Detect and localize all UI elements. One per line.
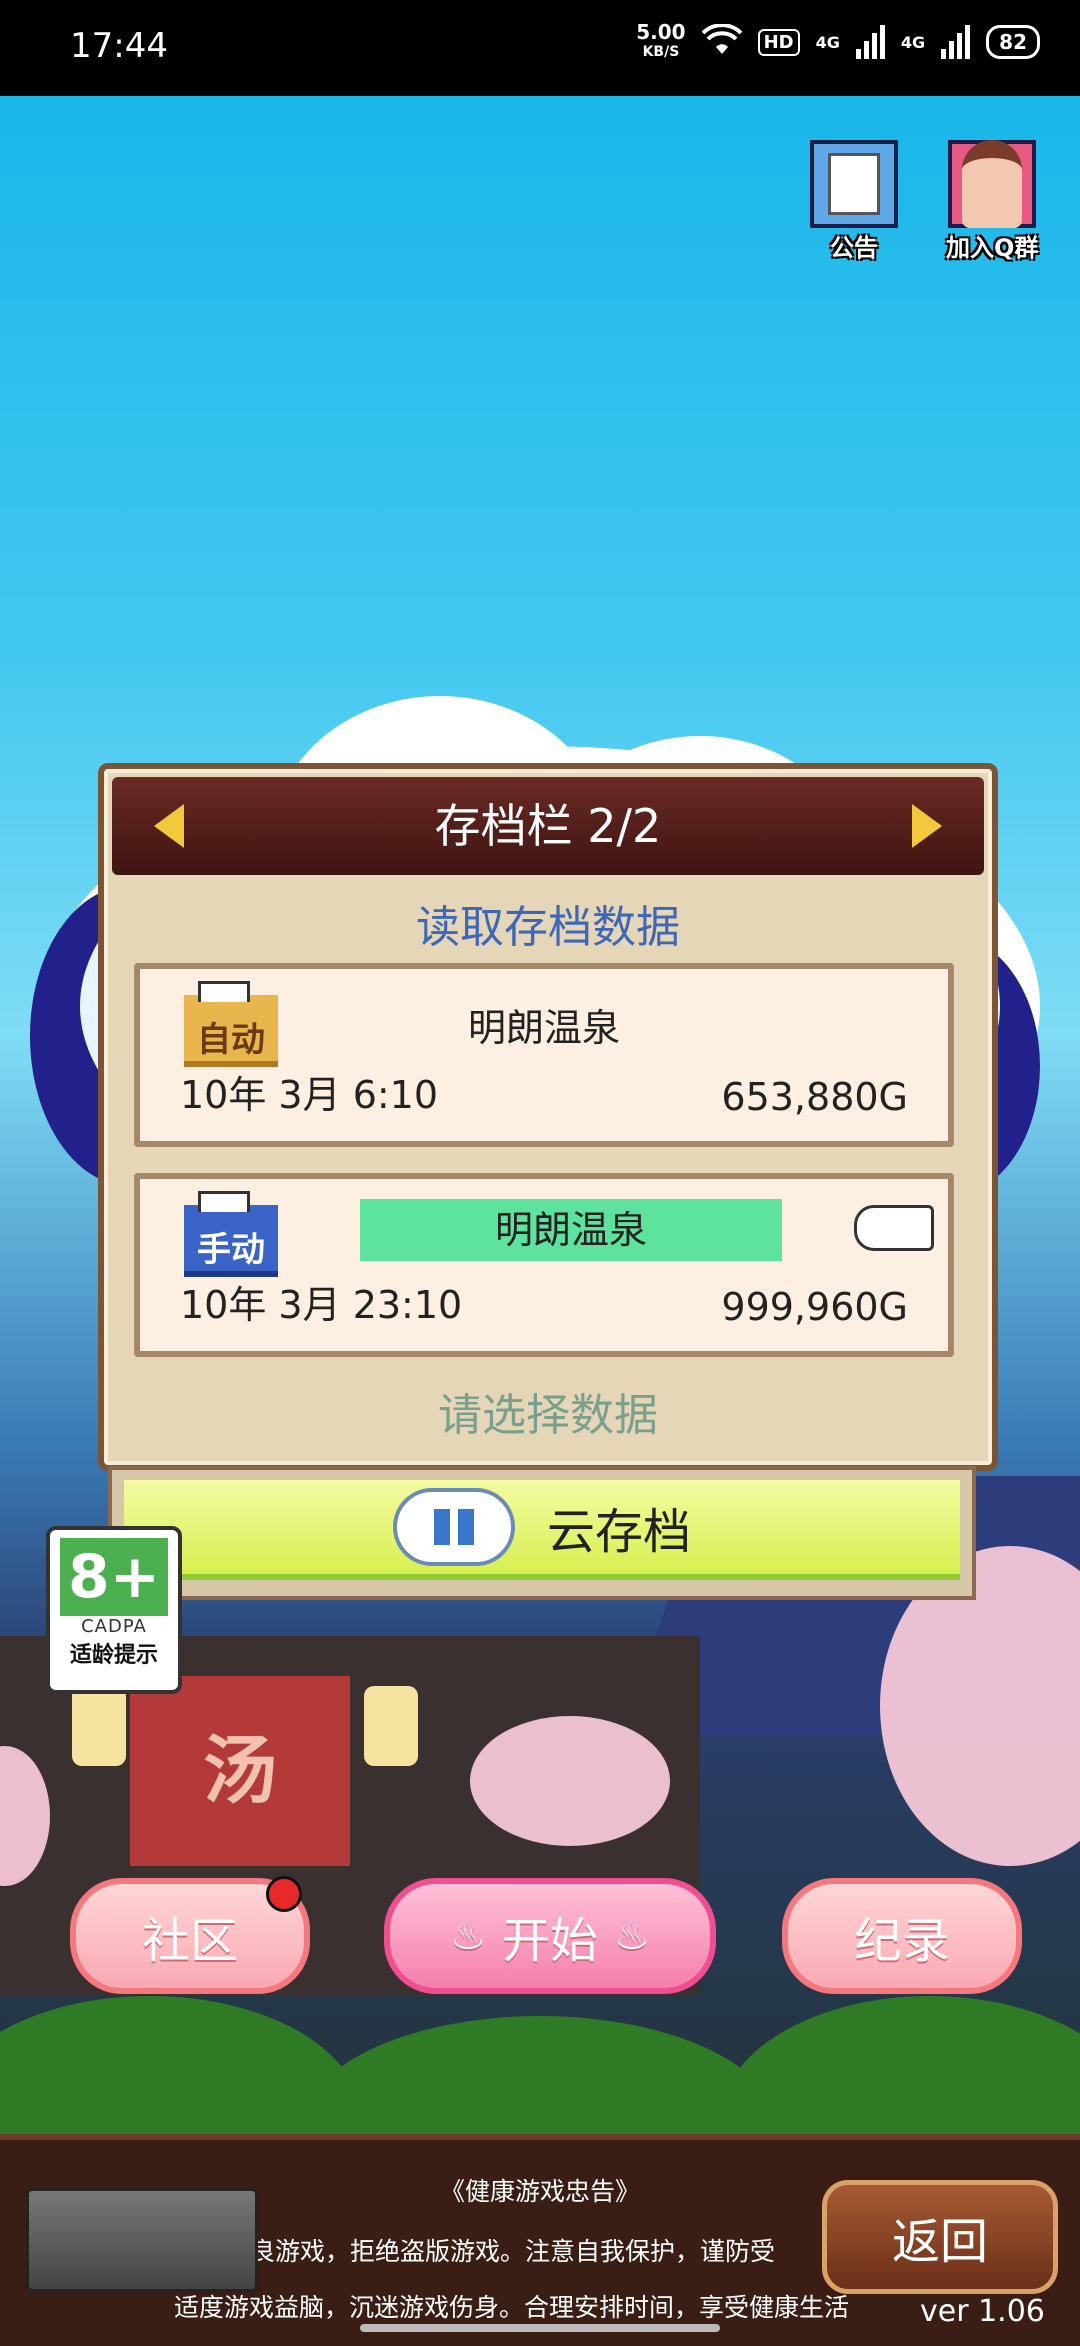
save-date: 10年 3月 23:10 — [180, 1283, 463, 1327]
start-label: 开始 — [501, 1913, 598, 1969]
load-data-heading: 读取存档数据 — [416, 902, 680, 953]
panel-header: 存档栏 2/2 — [112, 777, 984, 875]
cloud-save-button[interactable]: 云存档 — [108, 1466, 976, 1600]
status-time: 17:44 — [70, 26, 168, 66]
health-notice-line: 适度游戏益脑，沉迷游戏伤身。合理安排时间，享受健康生活 — [174, 2293, 850, 2322]
signal-4g-label: 4G — [815, 32, 840, 52]
hd-badge: HD — [757, 28, 800, 56]
overlay-placeholder — [26, 2188, 258, 2292]
join-qq-label: 加入Q群 — [946, 234, 1039, 262]
wifi-icon — [701, 22, 743, 61]
save-slot-panel: 存档栏 2/2 读取存档数据 自动 明朗温泉 10年 3月 6:10 653,8… — [98, 763, 998, 1471]
age-rating-tip: 适龄提示 — [69, 1643, 158, 1668]
age-rating-org: CADPA — [81, 1616, 147, 1637]
save-name: 明朗温泉 — [467, 1006, 620, 1050]
save-money: 999,960G — [721, 1285, 908, 1329]
start-button[interactable]: ♨ 开始 ♨ — [384, 1878, 716, 1994]
cloud-save-label: 云存档 — [546, 1504, 691, 1560]
hot-spring-icon: ♨ — [614, 1913, 650, 1959]
manual-save-badge: 手动 — [184, 1191, 278, 1277]
select-data-prompt: 请选择数据 — [438, 1390, 658, 1441]
home-indicator[interactable] — [360, 2324, 720, 2332]
age-rating-badge: 8+ CADPA 适龄提示 — [46, 1526, 182, 1694]
notification-dot — [266, 1876, 302, 1912]
status-icons: 5.00 KB/S HD 4G 4G 82 — [636, 22, 1040, 62]
panel-title: 存档栏 2/2 — [434, 799, 662, 853]
community-button[interactable]: 社区 — [70, 1876, 310, 1994]
next-page-arrow[interactable] — [912, 804, 942, 848]
status-bar: 17:44 5.00 KB/S HD 4G 4G 82 — [0, 0, 1080, 96]
lantern-right — [364, 1686, 418, 1766]
cloud-sync-icon — [392, 1488, 515, 1566]
save-date: 10年 3月 6:10 — [180, 1073, 439, 1117]
signal-4g-label-2: 4G — [900, 32, 926, 52]
save-name-selected: 明朗温泉 — [360, 1199, 782, 1261]
records-button[interactable]: 纪录 — [782, 1878, 1022, 1994]
join-qq-group-button[interactable]: 加入Q群 — [946, 140, 1038, 263]
announcement-button[interactable]: 公告 — [810, 140, 898, 263]
health-notice-line: 良游戏，拒绝盗版游戏。注意自我保护，谨防受 — [250, 2237, 776, 2266]
hot-spring-icon: ♨ — [450, 1913, 486, 1959]
announcement-icon — [810, 140, 898, 228]
save-slot-auto[interactable]: 自动 明朗温泉 10年 3月 6:10 653,880G — [134, 963, 954, 1147]
community-label: 社区 — [141, 1913, 238, 1969]
cherry-blossom — [470, 1716, 670, 1846]
bathhouse-curtain: 汤 — [130, 1676, 350, 1866]
version-label: ver 1.06 — [920, 2294, 1045, 2329]
age-rating-value: 8+ — [60, 1538, 168, 1616]
lantern-left — [72, 1686, 126, 1766]
signal-strength-icon — [855, 25, 885, 59]
save-money: 653,880G — [721, 1075, 908, 1119]
save-slot-manual[interactable]: 手动 明朗温泉 10年 3月 23:10 999,960G — [134, 1173, 954, 1357]
network-speed-value: 5.00 — [636, 20, 686, 44]
announcement-label: 公告 — [830, 234, 878, 262]
battery-indicator: 82 — [986, 25, 1040, 59]
network-speed-unit: KB/S — [642, 44, 680, 60]
pointing-hand-icon — [854, 1205, 934, 1251]
character-portrait-icon — [948, 140, 1037, 228]
network-speed: 5.00 KB/S — [636, 22, 685, 62]
back-button[interactable]: 返回 — [822, 2180, 1058, 2294]
records-label: 纪录 — [853, 1913, 950, 1969]
prev-page-arrow[interactable] — [154, 804, 184, 848]
signal-strength-icon-2 — [941, 25, 971, 59]
